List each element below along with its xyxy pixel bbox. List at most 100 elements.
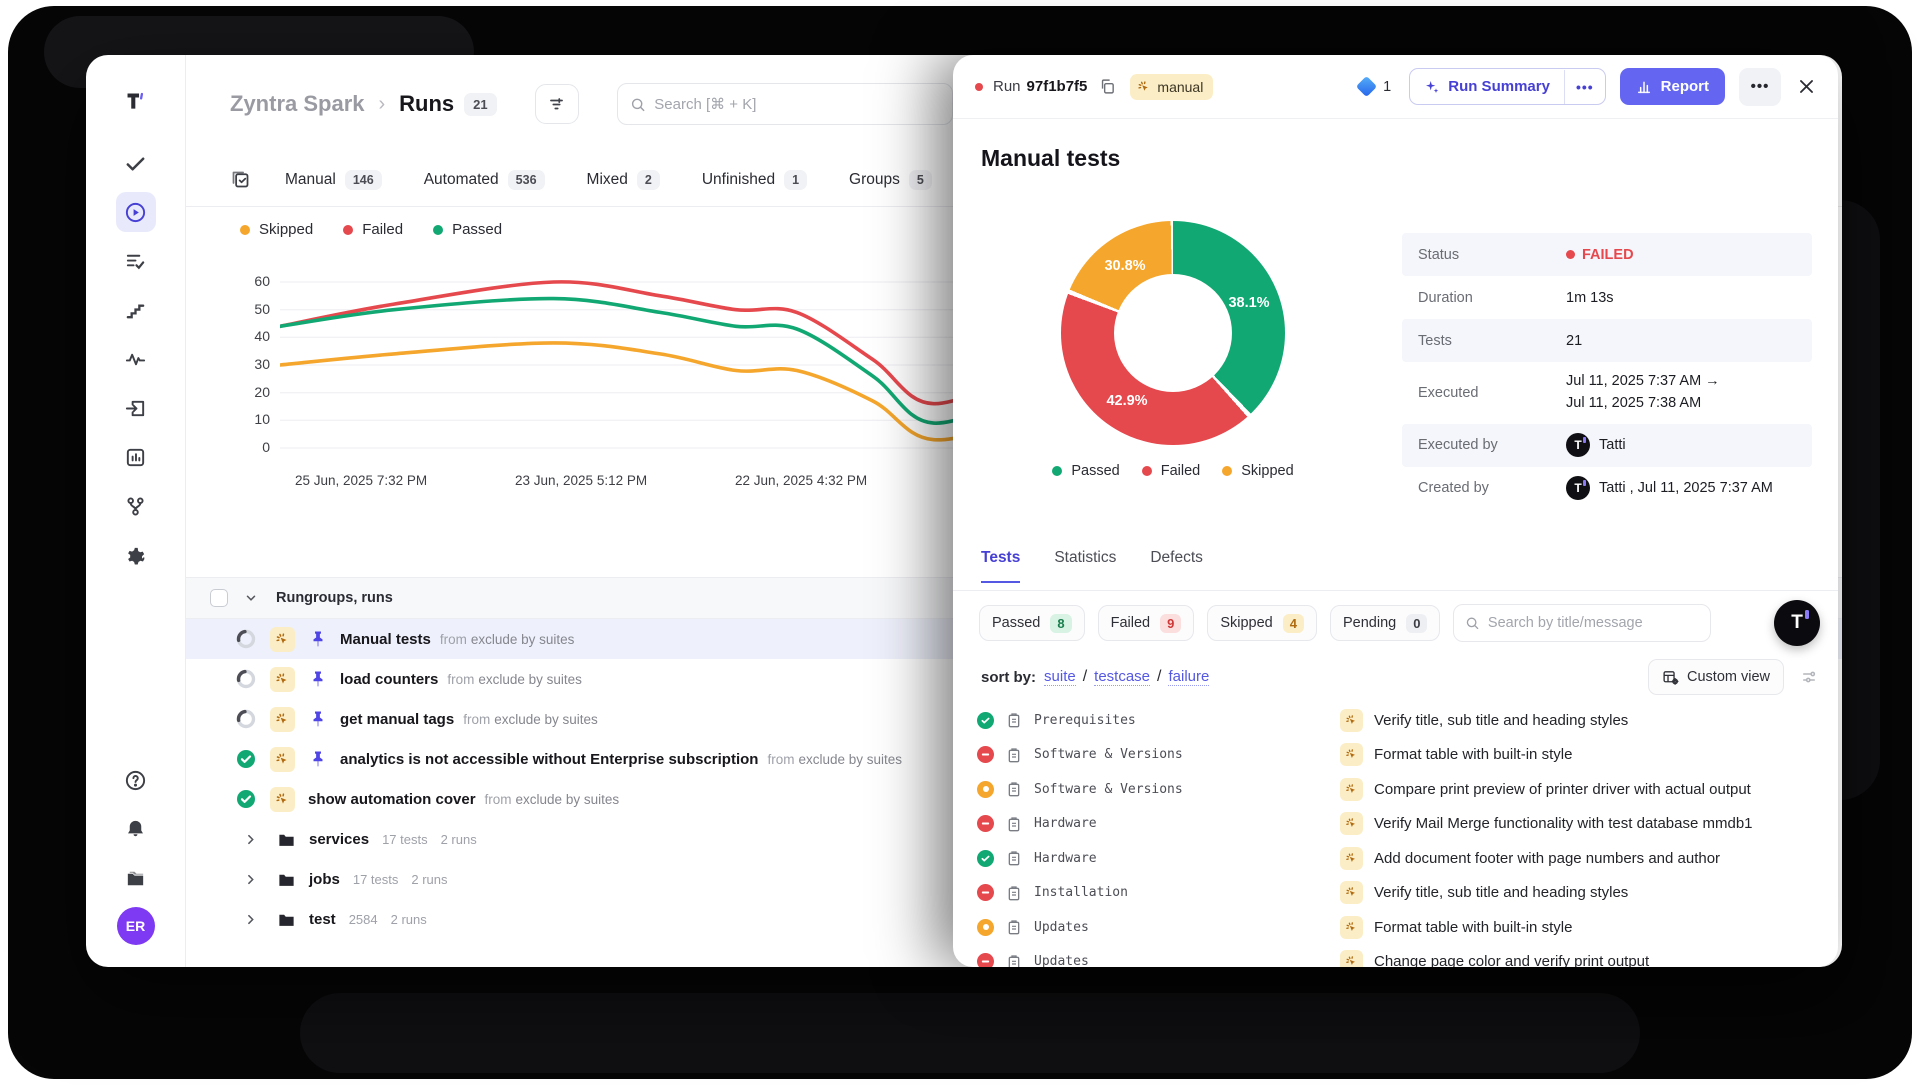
sort-by-suite[interactable]: suite xyxy=(1044,668,1076,686)
tab-groups[interactable]: Groups5 xyxy=(849,170,932,190)
import-icon[interactable] xyxy=(116,388,156,428)
run-source: fromexclude by suites xyxy=(767,752,902,767)
run-summary-button[interactable]: Run Summary ••• xyxy=(1409,68,1605,105)
test-title-cell[interactable]: Compare print preview of printer driver … xyxy=(1340,778,1751,801)
suite-name[interactable]: Software & Versions xyxy=(1034,747,1282,762)
suite-name[interactable]: Hardware xyxy=(1034,816,1282,831)
user-avatar[interactable]: ER xyxy=(117,907,155,945)
suite-name[interactable]: Prerequisites xyxy=(1034,713,1282,728)
filter-skipped[interactable]: Skipped4 xyxy=(1207,605,1317,641)
run-title[interactable]: load counters xyxy=(340,671,438,688)
folder-name[interactable]: services xyxy=(309,831,369,848)
search-input[interactable] xyxy=(654,96,939,113)
sort-by-failure[interactable]: failure xyxy=(1168,668,1209,686)
app-logo-icon[interactable] xyxy=(116,81,156,121)
sort-by-testcase[interactable]: testcase xyxy=(1094,668,1150,686)
test-row[interactable]: Software & Versions Format table with bu… xyxy=(953,738,1838,773)
test-title-cell[interactable]: Format table with built-in style xyxy=(1340,743,1572,766)
more-actions-button[interactable]: ••• xyxy=(1739,68,1781,106)
tests-search-input[interactable] xyxy=(1488,615,1700,631)
close-panel-button[interactable] xyxy=(1797,77,1816,96)
test-title-cell[interactable]: Format table with built-in style xyxy=(1340,916,1572,939)
filter-pending[interactable]: Pending0 xyxy=(1330,605,1440,641)
failed-dot xyxy=(1142,466,1152,476)
analytics-icon[interactable] xyxy=(116,437,156,477)
run-title[interactable]: analytics is not accessible without Ente… xyxy=(340,751,758,768)
select-all-checkbox[interactable] xyxy=(210,589,228,607)
tab-defects[interactable]: Defects xyxy=(1150,549,1203,581)
table-title: Rungroups, runs xyxy=(276,590,393,606)
tab-unfinished[interactable]: Unfinished1 xyxy=(702,170,807,190)
jira-diamond-icon[interactable] xyxy=(1356,76,1377,97)
filter-passed[interactable]: Passed8 xyxy=(979,605,1085,641)
manual-test-icon xyxy=(1340,709,1363,732)
breadcrumb[interactable]: Zyntra Spark xyxy=(230,91,365,117)
tab-statistics[interactable]: Statistics xyxy=(1054,549,1116,581)
test-row[interactable]: Installation Verify title, sub title and… xyxy=(953,876,1838,911)
test-row[interactable]: Hardware Verify Mail Merge functionality… xyxy=(953,807,1838,842)
tests-search[interactable] xyxy=(1453,604,1711,642)
test-results-list: Prerequisites Verify title, sub title an… xyxy=(953,703,1838,967)
test-row[interactable]: Updates Change page color and verify pri… xyxy=(953,945,1838,968)
settings-gear-icon[interactable] xyxy=(116,535,156,575)
test-row[interactable]: Software & Versions Compare print previe… xyxy=(953,772,1838,807)
run-title[interactable]: show automation cover xyxy=(308,791,476,808)
folder-runs-count: 2 runs xyxy=(391,912,427,927)
manual-test-icon xyxy=(1340,778,1363,801)
help-icon[interactable] xyxy=(116,760,156,800)
view-options-icon[interactable] xyxy=(1800,668,1818,686)
user-avatar: T xyxy=(1566,433,1590,457)
manual-run-icon xyxy=(270,707,295,732)
test-title-cell[interactable]: Change page color and verify print outpu… xyxy=(1340,950,1649,967)
test-title-cell[interactable]: Verify Mail Merge functionality with tes… xyxy=(1340,812,1753,835)
test-title-cell[interactable]: Verify title, sub title and heading styl… xyxy=(1340,709,1628,732)
filter-button[interactable] xyxy=(535,84,579,124)
chevron-right-icon[interactable] xyxy=(244,913,257,926)
suite-name[interactable]: Updates xyxy=(1034,954,1282,967)
skipped-percent-label: 30.8% xyxy=(1104,258,1145,274)
test-row[interactable]: Prerequisites Verify title, sub title an… xyxy=(953,703,1838,738)
projects-folder-icon[interactable] xyxy=(116,858,156,898)
run-title[interactable]: Manual tests xyxy=(340,631,431,648)
custom-view-button[interactable]: Custom view xyxy=(1648,659,1784,695)
cursor-click-icon xyxy=(1137,80,1151,94)
activity-pulse-icon[interactable] xyxy=(116,339,156,379)
assistant-widget[interactable]: T xyxy=(1774,600,1820,646)
tab-manual[interactable]: Manual146 xyxy=(285,170,382,190)
suite-name[interactable]: Software & Versions xyxy=(1034,782,1282,797)
milestones-steps-icon[interactable] xyxy=(116,290,156,330)
run-summary-more-button[interactable]: ••• xyxy=(1564,70,1605,104)
chevron-right-icon[interactable] xyxy=(244,873,257,886)
filter-failed[interactable]: Failed9 xyxy=(1098,605,1195,641)
suite-name[interactable]: Updates xyxy=(1034,920,1282,935)
table-settings-icon xyxy=(1662,669,1679,686)
test-title-cell[interactable]: Add document footer with page numbers an… xyxy=(1340,847,1720,870)
test-row[interactable]: Updates Format table with built-in style xyxy=(953,910,1838,945)
suite-name[interactable]: Hardware xyxy=(1034,851,1282,866)
git-branch-icon[interactable] xyxy=(116,486,156,526)
tab-tests[interactable]: Tests xyxy=(981,549,1020,583)
legend-passed: Passed xyxy=(1052,463,1119,479)
global-search[interactable] xyxy=(617,83,953,125)
manual-test-icon xyxy=(1340,881,1363,904)
notifications-bell-icon[interactable] xyxy=(116,809,156,849)
tab-mixed[interactable]: Mixed2 xyxy=(587,170,660,190)
copy-icon[interactable] xyxy=(1099,78,1116,95)
select-all-icon[interactable] xyxy=(230,169,251,190)
folder-name[interactable]: test xyxy=(309,911,336,928)
runs-play-icon[interactable] xyxy=(116,192,156,232)
test-title-cell[interactable]: Verify title, sub title and heading styl… xyxy=(1340,881,1628,904)
test-plans-icon[interactable] xyxy=(116,241,156,281)
clipboard-icon xyxy=(1006,850,1022,866)
folder-runs-count: 2 runs xyxy=(411,872,447,887)
donut-legend: Passed Failed Skipped xyxy=(1003,463,1343,479)
suite-name[interactable]: Installation xyxy=(1034,885,1282,900)
chevron-down-icon[interactable] xyxy=(244,591,258,605)
tests-check-icon[interactable] xyxy=(116,143,156,183)
folder-name[interactable]: jobs xyxy=(309,871,340,888)
tab-automated[interactable]: Automated536 xyxy=(424,170,545,190)
run-title[interactable]: get manual tags xyxy=(340,711,454,728)
test-row[interactable]: Hardware Add document footer with page n… xyxy=(953,841,1838,876)
report-button[interactable]: Report xyxy=(1620,68,1725,105)
chevron-right-icon[interactable] xyxy=(244,833,257,846)
